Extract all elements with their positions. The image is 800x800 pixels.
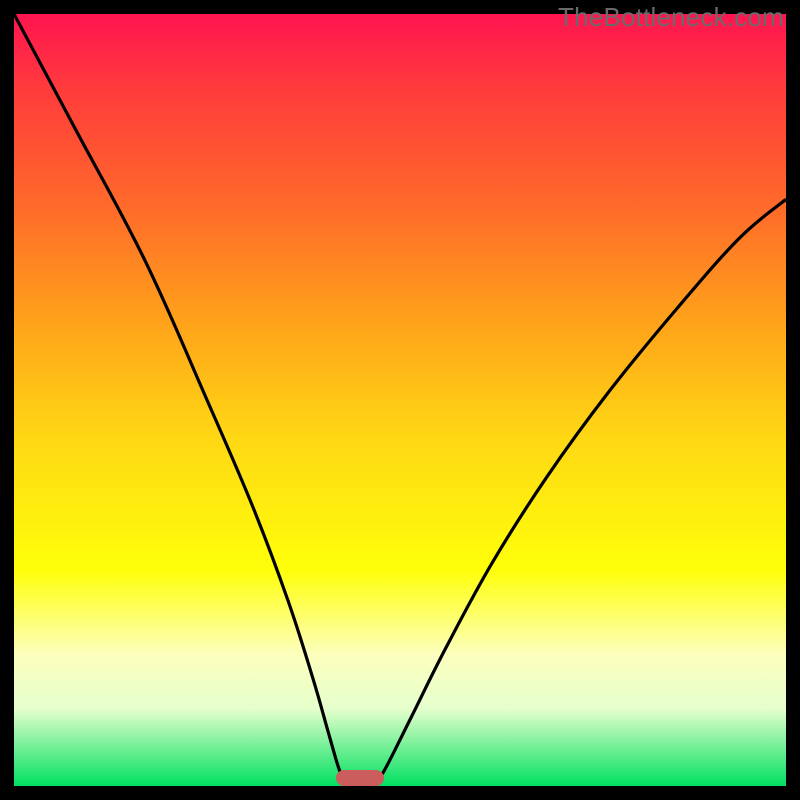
optimal-range-marker (336, 770, 384, 786)
chart-plot-area (14, 14, 786, 786)
watermark-text: TheBottleneck.com (558, 2, 784, 33)
